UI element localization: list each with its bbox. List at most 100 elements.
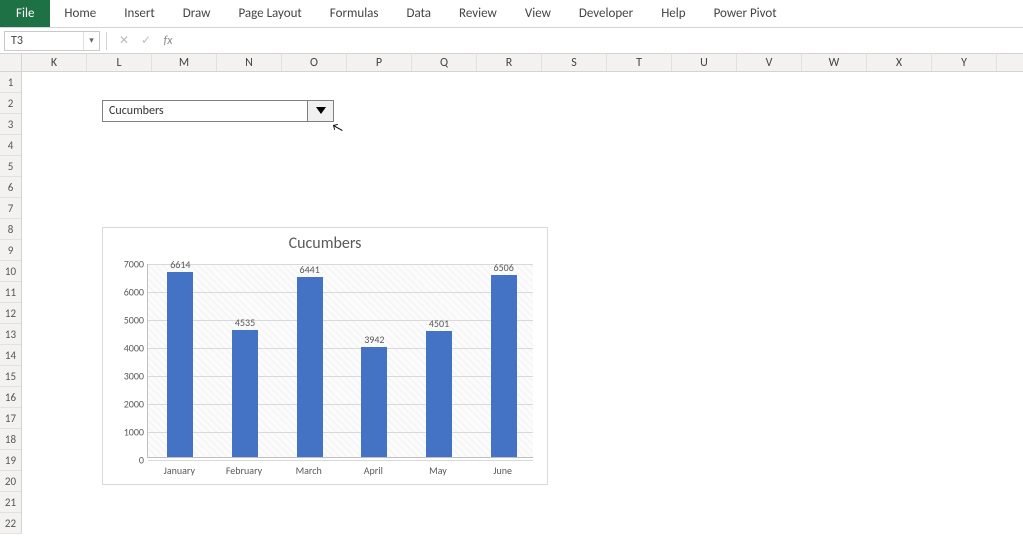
chart-y-tick: 5000 (124, 314, 144, 327)
chart-data-label: 6614 (170, 258, 190, 271)
chart-bar: 6506 (491, 275, 517, 457)
chart-gridline (148, 460, 533, 461)
chart-y-tick: 4000 (124, 342, 144, 355)
chart-data-label: 6441 (300, 263, 320, 276)
row-header[interactable]: 6 (0, 177, 21, 198)
chart-bar: 4501 (426, 331, 452, 457)
tab-insert[interactable]: Insert (110, 0, 169, 27)
chart-x-tick: March (296, 464, 322, 477)
chart-bar: 6441 (297, 277, 323, 457)
column-header[interactable]: T (607, 54, 672, 71)
tab-home[interactable]: Home (50, 0, 110, 27)
chart-gridline (148, 292, 533, 293)
column-header[interactable]: O (282, 54, 347, 71)
row-header[interactable]: 1 (0, 72, 21, 93)
name-box-value: T3 (11, 34, 23, 48)
chart-gridline (148, 320, 533, 321)
chart-data-label: 4501 (429, 317, 449, 330)
cancel-formula-button[interactable]: ✕ (113, 31, 135, 51)
row-header[interactable]: 11 (0, 282, 21, 303)
enter-formula-button[interactable]: ✓ (135, 31, 157, 51)
row-header[interactable]: 12 (0, 303, 21, 324)
chart-x-tick: February (226, 464, 262, 477)
column-header[interactable]: U (672, 54, 737, 71)
chart-y-tick: 6000 (124, 286, 144, 299)
chart-y-tick: 2000 (124, 398, 144, 411)
formula-bar: T3 ▾ ✕ ✓ fx (0, 28, 1023, 54)
chart-gridline (148, 264, 533, 265)
chart-gridline (148, 376, 533, 377)
row-headers[interactable]: 12345678910111213141516171819202122 (0, 72, 22, 534)
chevron-down-icon[interactable]: ▾ (83, 32, 99, 50)
column-header[interactable]: R (477, 54, 542, 71)
row-header[interactable]: 2 (0, 93, 21, 114)
chart-object[interactable]: Cucumbers 010002000300040005000600070006… (102, 227, 548, 485)
row-header[interactable]: 21 (0, 492, 21, 513)
chevron-down-icon[interactable] (307, 101, 333, 121)
chart-y-tick: 0 (139, 454, 144, 467)
column-header[interactable]: Q (412, 54, 477, 71)
column-header[interactable]: P (347, 54, 412, 71)
chart-bar: 3942 (361, 347, 387, 457)
chart-title: Cucumbers (103, 234, 547, 253)
row-header[interactable]: 17 (0, 408, 21, 429)
row-header[interactable]: 19 (0, 450, 21, 471)
row-header[interactable]: 5 (0, 156, 21, 177)
chart-bar: 6614 (167, 272, 193, 457)
row-header[interactable]: 4 (0, 135, 21, 156)
column-header[interactable]: L (87, 54, 152, 71)
tab-formulas[interactable]: Formulas (316, 0, 393, 27)
tab-help[interactable]: Help (647, 0, 699, 27)
chart-x-tick: June (493, 464, 512, 477)
chart-data-label: 6506 (494, 261, 514, 274)
cells-area[interactable]: Cucumbers ↖ Cucumbers 010002000300040005… (22, 72, 1023, 537)
row-header[interactable]: 20 (0, 471, 21, 492)
row-header[interactable]: 3 (0, 114, 21, 135)
tab-developer[interactable]: Developer (565, 0, 647, 27)
column-header[interactable]: Y (932, 54, 997, 71)
row-header[interactable]: 7 (0, 198, 21, 219)
tab-review[interactable]: Review (445, 0, 511, 27)
tab-data[interactable]: Data (393, 0, 446, 27)
chart-x-tick: January (164, 464, 195, 477)
cursor-arrow-icon: ↖ (330, 120, 345, 137)
dropdown-selected-value: Cucumbers (103, 104, 307, 118)
row-header[interactable]: 15 (0, 366, 21, 387)
dropdown-form-control[interactable]: Cucumbers (102, 100, 334, 122)
row-header[interactable]: 14 (0, 345, 21, 366)
tab-draw[interactable]: Draw (169, 0, 225, 27)
row-header[interactable]: 9 (0, 240, 21, 261)
row-header[interactable]: 13 (0, 324, 21, 345)
column-header[interactable]: V (737, 54, 802, 71)
row-header[interactable]: 10 (0, 261, 21, 282)
name-box[interactable]: T3 ▾ (4, 31, 100, 51)
formula-input[interactable] (179, 31, 1023, 51)
fx-icon[interactable]: fx (157, 31, 179, 51)
tab-view[interactable]: View (511, 0, 565, 27)
chart-y-tick: 7000 (124, 258, 144, 271)
row-header[interactable]: 16 (0, 387, 21, 408)
chart-data-label: 3942 (364, 333, 384, 346)
column-header[interactable]: M (152, 54, 217, 71)
row-header[interactable]: 18 (0, 429, 21, 450)
chart-y-tick: 1000 (124, 426, 144, 439)
chart-gridline (148, 432, 533, 433)
column-headers[interactable]: KLMNOPQRSTUVWXY (22, 54, 1023, 72)
chart-x-tick: April (364, 464, 383, 477)
row-header[interactable]: 8 (0, 219, 21, 240)
column-header[interactable]: K (22, 54, 87, 71)
column-header[interactable]: S (542, 54, 607, 71)
column-header[interactable]: N (217, 54, 282, 71)
column-header[interactable]: W (802, 54, 867, 71)
chart-data-label: 4535 (235, 316, 255, 329)
column-header[interactable]: X (867, 54, 932, 71)
tab-page-layout[interactable]: Page Layout (224, 0, 315, 27)
divider (106, 32, 107, 50)
tab-file[interactable]: File (0, 0, 50, 27)
row-header[interactable]: 22 (0, 513, 21, 534)
ribbon: File Home Insert Draw Page Layout Formul… (0, 0, 1023, 28)
worksheet[interactable]: KLMNOPQRSTUVWXY 123456789101112131415161… (0, 54, 1023, 537)
select-all-corner[interactable] (0, 54, 22, 72)
chart-x-axis: JanuaryFebruaryMarchAprilMayJune (147, 464, 533, 478)
tab-power-pivot[interactable]: Power Pivot (700, 0, 791, 27)
